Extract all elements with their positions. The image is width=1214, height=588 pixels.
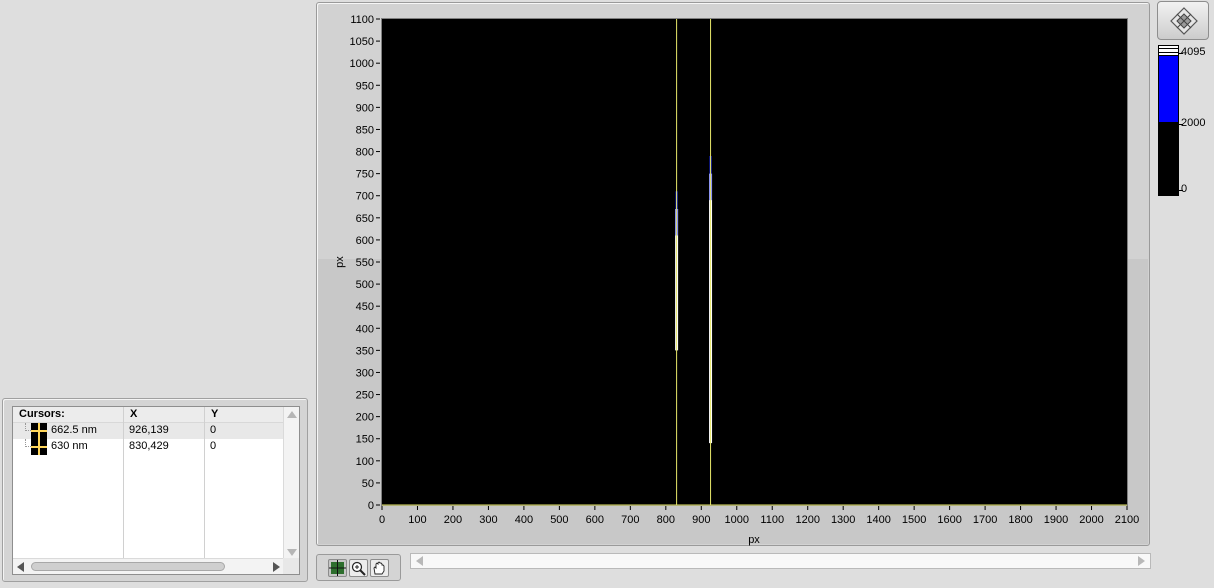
x-tick-label: 0	[379, 514, 385, 526]
scroll-corner	[283, 558, 299, 574]
scroll-down-arrow-icon[interactable]	[287, 549, 297, 556]
cursor-legend-header: Cursors: X Y	[13, 407, 284, 423]
x-tick-label: 1300	[831, 514, 855, 526]
y-tick-label: 550	[356, 257, 374, 269]
y-axis-label: px	[334, 256, 346, 268]
color-ramp-label-high: 4095	[1181, 46, 1206, 58]
y-tick-label: 1050	[350, 36, 374, 48]
cursor-legend-table[interactable]: Cursors: X Y 662.5 nm 926,139 0 630 nm 8…	[12, 406, 300, 575]
y-tick-label: 900	[356, 102, 374, 114]
cursor-legend-vertical-scrollbar[interactable]	[283, 407, 299, 560]
pan-tool-button[interactable]	[370, 559, 389, 577]
cursor-y-value: 0	[210, 440, 217, 452]
cursor-x-value: 926,139	[129, 424, 169, 436]
x-tick-label: 1100	[760, 514, 784, 526]
scroll-left-arrow-icon[interactable]	[416, 556, 423, 566]
x-tick-label: 300	[479, 514, 497, 526]
cursor-legend-panel: Cursors: X Y 662.5 nm 926,139 0 630 nm 8…	[2, 398, 308, 582]
color-ramp[interactable]	[1158, 45, 1179, 196]
x-tick-label: 400	[515, 514, 533, 526]
x-tick-label: 1600	[937, 514, 961, 526]
column-divider	[204, 407, 205, 560]
y-tick-label: 950	[356, 80, 374, 92]
x-tick-label: 1900	[1044, 514, 1068, 526]
y-tick-label: 1000	[350, 58, 374, 70]
cursor-row-630-nm[interactable]: 630 nm 830,429 0	[13, 439, 284, 455]
intensity-graph-panel: 0 100 200 300 400 500 600 700 800 900 1000 1100 1200…	[316, 2, 1150, 546]
color-ramp-high-band	[1159, 46, 1178, 55]
cursor-crosshair-icon[interactable]	[31, 423, 47, 439]
scale-legend-button[interactable]	[1157, 1, 1209, 40]
y-tick-label: 250	[356, 390, 374, 402]
cursor-name: 662.5 nm	[51, 424, 97, 436]
cursor-name-column-header: Cursors:	[19, 408, 65, 420]
graph-cursors[interactable]	[382, 19, 1127, 506]
column-divider	[123, 407, 124, 560]
graph-palette	[316, 554, 401, 581]
y-tick-label: 0	[368, 500, 374, 512]
y-tick-label: 50	[362, 478, 374, 490]
intensity-graph-axes: 0 100 200 300 400 500 600 700 800 900 1000 1100 1200…	[334, 14, 1139, 546]
zoom-tool-button[interactable]	[349, 559, 368, 577]
x-axis-label: px	[748, 534, 760, 546]
y-tick-label: 800	[356, 147, 374, 159]
y-tick-label: 100	[356, 456, 374, 468]
y-tick-label: 500	[356, 279, 374, 291]
y-tick-label: 650	[356, 213, 374, 225]
scroll-thumb[interactable]	[31, 562, 225, 571]
cursor-crosshair-icon[interactable]	[31, 439, 47, 455]
zoom-icon	[351, 561, 366, 576]
cursor-x-column-header: X	[130, 408, 138, 420]
x-tick-label: 1700	[973, 514, 997, 526]
x-tick-label: 1400	[866, 514, 890, 526]
pan-hand-icon	[373, 561, 385, 575]
y-tick-label: 350	[356, 345, 374, 357]
x-tick-label: 800	[657, 514, 675, 526]
y-tick-label: 300	[356, 367, 374, 379]
y-tick-label: 400	[356, 323, 374, 335]
color-ramp-label-mid: 2000	[1181, 117, 1206, 129]
scroll-right-arrow-icon[interactable]	[273, 562, 280, 572]
cursor-y-value: 0	[210, 424, 217, 436]
y-tick-label: 450	[356, 301, 374, 313]
y-tick-label: 150	[356, 434, 374, 446]
scroll-up-arrow-icon[interactable]	[287, 411, 297, 418]
y-tick-label: 1100	[350, 14, 374, 26]
x-tick-label: 1000	[725, 514, 749, 526]
y-tick-label: 700	[356, 191, 374, 203]
x-tick-label: 1500	[902, 514, 926, 526]
y-tick-label: 850	[356, 124, 374, 136]
y-tick-label: 600	[356, 235, 374, 247]
graph-horizontal-scrollbar[interactable]	[410, 553, 1151, 569]
y-axis-ticks: 0 50 100 150 200 250 300 350 400 450 500 550 600 650 7…	[350, 14, 380, 512]
x-tick-label: 900	[692, 514, 710, 526]
cursor-move-tool-button[interactable]	[328, 559, 347, 577]
x-tick-label: 700	[621, 514, 639, 526]
cursor-y-column-header: Y	[211, 408, 219, 420]
cursor-name: 630 nm	[51, 440, 88, 452]
cursor-x-value: 830,429	[129, 440, 169, 452]
color-ramp-mid-band	[1159, 56, 1178, 122]
x-tick-label: 1800	[1008, 514, 1032, 526]
scroll-right-arrow-icon[interactable]	[1138, 556, 1145, 566]
color-ramp-label-low: 0	[1181, 183, 1188, 195]
x-tick-label: 2100	[1115, 514, 1139, 526]
x-tick-label: 600	[586, 514, 604, 526]
y-tick-label: 200	[356, 412, 374, 424]
x-axis-ticks: 0 100 200 300 400 500 600 700 800 900 1000 1100 1200…	[379, 506, 1139, 526]
x-tick-label: 500	[550, 514, 568, 526]
x-tick-label: 2000	[1079, 514, 1103, 526]
x-tick-label: 200	[444, 514, 462, 526]
cursor-legend-horizontal-scrollbar[interactable]	[13, 558, 284, 574]
cursor-move-icon	[329, 560, 346, 576]
x-tick-label: 100	[408, 514, 426, 526]
scroll-left-arrow-icon[interactable]	[17, 562, 24, 572]
spectral-lines	[675, 155, 713, 444]
axis-scale-diamond-icon	[1170, 7, 1198, 35]
cursor-row-662-5-nm[interactable]: 662.5 nm 926,139 0	[13, 423, 284, 439]
y-tick-label: 750	[356, 169, 374, 181]
x-tick-label: 1200	[795, 514, 819, 526]
